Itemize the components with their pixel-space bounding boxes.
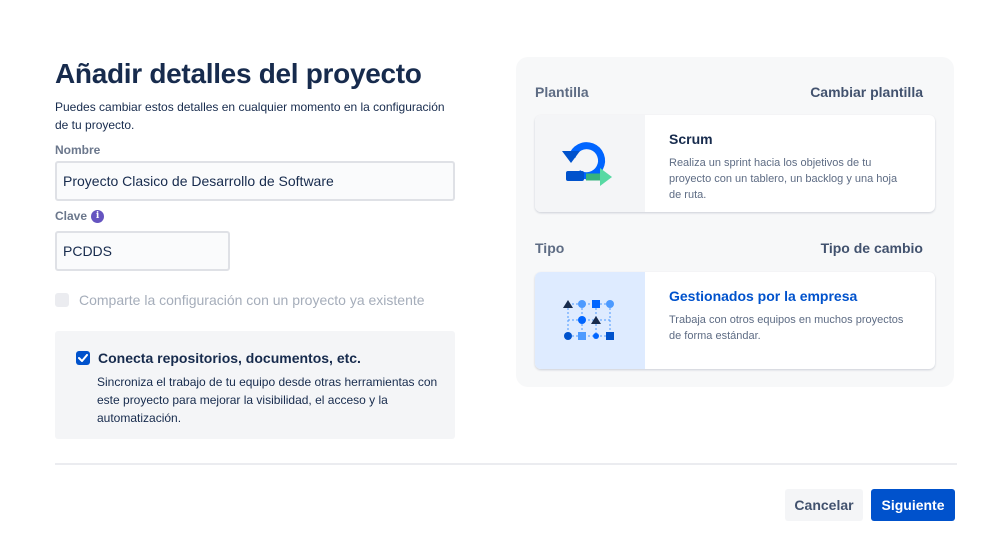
project-name-value: Proyecto Clasico de Desarrollo de Softwa… bbox=[63, 173, 334, 189]
project-key-input[interactable]: PCDDS bbox=[55, 231, 230, 271]
scrum-illustration bbox=[535, 115, 645, 212]
name-label: Nombre bbox=[55, 143, 100, 157]
page-title: Añadir detalles del proyecto bbox=[55, 58, 422, 89]
project-details-header: Añadir detalles del proyecto Puedes camb… bbox=[55, 58, 455, 134]
footer-divider bbox=[55, 463, 957, 465]
share-config-checkbox bbox=[55, 293, 69, 307]
share-config-label: Comparte la configuración con un proyect… bbox=[79, 292, 425, 308]
info-icon[interactable]: i bbox=[91, 209, 105, 223]
scrum-icon bbox=[562, 141, 612, 186]
connect-checkbox[interactable] bbox=[76, 351, 90, 365]
check-icon bbox=[78, 354, 88, 362]
name-label-text: Nombre bbox=[55, 143, 101, 157]
change-template-button[interactable]: Cambiar plantilla bbox=[810, 84, 923, 100]
connect-title: Conecta repositorios, documentos, etc. bbox=[98, 350, 361, 366]
key-label-text: Clave bbox=[55, 209, 88, 223]
connect-description: Sincroniza el trabajo de tu equipo desde… bbox=[97, 375, 438, 425]
template-card-title: Scrum bbox=[669, 131, 713, 147]
cancel-button[interactable]: Cancelar bbox=[785, 489, 863, 521]
template-heading: Plantilla bbox=[535, 84, 589, 100]
template-card-scrum[interactable]: Scrum Realiza un sprint hacia los objeti… bbox=[535, 115, 935, 212]
connect-tools-box: Conecta repositorios, documentos, etc. S… bbox=[55, 331, 455, 439]
type-card-company-managed[interactable]: Gestionados por la empresa Trabaja con o… bbox=[535, 272, 935, 369]
project-key-value: PCDDS bbox=[63, 243, 113, 259]
project-name-input[interactable]: Proyecto Clasico de Desarrollo de Softwa… bbox=[55, 161, 455, 201]
type-card-title: Gestionados por la empresa bbox=[669, 288, 858, 304]
change-type-button[interactable]: Tipo de cambio bbox=[821, 240, 923, 256]
share-config-option: Comparte la configuración con un proyect… bbox=[55, 292, 425, 308]
page-subtitle: Puedes cambiar estos detalles en cualqui… bbox=[55, 100, 445, 132]
type-heading: Tipo bbox=[535, 240, 565, 256]
company-managed-icon bbox=[563, 299, 614, 340]
company-managed-illustration bbox=[535, 272, 645, 369]
project-template-panel: Plantilla Cambiar plantilla Scrum Realiz… bbox=[516, 57, 954, 387]
next-button[interactable]: Siguiente bbox=[871, 489, 955, 521]
type-card-description: Trabaja con otros equipos en muchos proy… bbox=[669, 314, 904, 342]
key-label: Clave i bbox=[55, 209, 105, 223]
template-card-description: Realiza un sprint hacia los objetivos de… bbox=[669, 157, 898, 201]
